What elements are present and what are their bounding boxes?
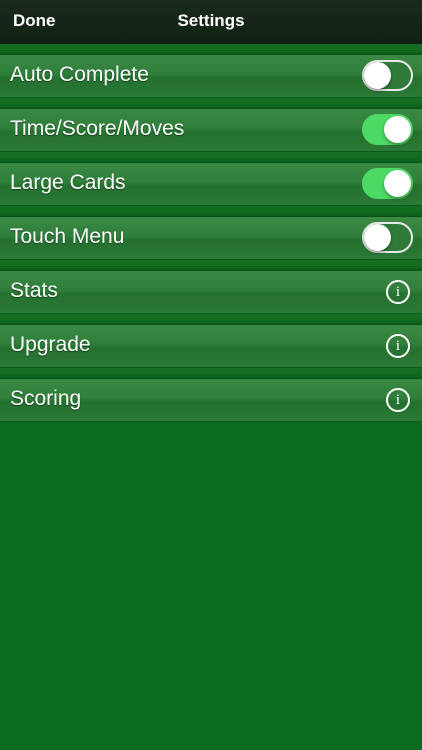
setting-label: Time/Score/Moves [10, 117, 185, 140]
info-icon[interactable]: i [386, 388, 410, 412]
setting-label: Upgrade [10, 333, 91, 356]
divider [0, 98, 422, 108]
setting-label: Touch Menu [10, 225, 125, 248]
large-cards-toggle[interactable] [362, 168, 413, 199]
divider [0, 314, 422, 324]
setting-row-stats[interactable]: Stats i [0, 270, 422, 314]
touch-menu-toggle[interactable] [362, 222, 413, 253]
time-score-moves-toggle[interactable] [362, 114, 413, 145]
setting-label: Large Cards [10, 171, 126, 194]
toggle-knob [384, 170, 411, 197]
divider [0, 44, 422, 54]
page-title: Settings [177, 11, 245, 30]
toggle-knob [384, 116, 411, 143]
divider [0, 260, 422, 270]
divider [0, 206, 422, 216]
toggle-knob [364, 62, 391, 89]
setting-label: Auto Complete [10, 63, 149, 86]
setting-row-large-cards: Large Cards [0, 162, 422, 206]
setting-row-scoring[interactable]: Scoring i [0, 378, 422, 422]
divider [0, 368, 422, 378]
setting-label: Stats [10, 279, 58, 302]
setting-row-touch-menu: Touch Menu [0, 216, 422, 260]
settings-list: Auto Complete Time/Score/Moves Large Car… [0, 44, 422, 422]
setting-row-auto-complete: Auto Complete [0, 54, 422, 98]
setting-row-time-score-moves: Time/Score/Moves [0, 108, 422, 152]
info-icon[interactable]: i [386, 280, 410, 304]
auto-complete-toggle[interactable] [362, 60, 413, 91]
setting-label: Scoring [10, 387, 82, 410]
navigation-bar: Done Settings [0, 0, 422, 44]
divider [0, 152, 422, 162]
setting-row-upgrade[interactable]: Upgrade i [0, 324, 422, 368]
toggle-knob [364, 224, 391, 251]
info-icon[interactable]: i [386, 334, 410, 358]
